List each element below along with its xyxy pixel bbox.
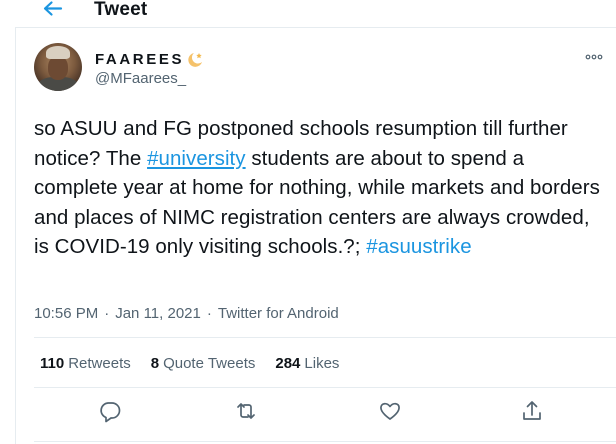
reply-button[interactable] <box>97 398 123 424</box>
divider <box>34 387 616 388</box>
action-bar <box>0 398 616 428</box>
divider <box>34 441 616 442</box>
tweet-time[interactable]: 10:56 PM <box>34 305 98 322</box>
tweet-meta: 10:56 PM · Jan 11, 2021 · Twitter for An… <box>34 305 339 322</box>
avatar[interactable] <box>34 43 82 91</box>
tweet-date[interactable]: Jan 11, 2021 <box>115 305 201 322</box>
share-button[interactable] <box>519 398 545 424</box>
hashtag-university[interactable]: #university <box>147 147 246 170</box>
retweet-icon <box>237 403 255 419</box>
author-name-row[interactable]: FAAREES <box>95 50 205 68</box>
retweet-button[interactable] <box>233 398 259 424</box>
likes-stat[interactable]: 284 Likes <box>275 355 339 372</box>
engagement-stats: 110 Retweets 8 Quote Tweets 284 Likes <box>40 355 359 372</box>
like-icon <box>380 402 400 420</box>
tweet-source[interactable]: Twitter for Android <box>218 305 339 322</box>
share-icon <box>523 401 541 420</box>
more-options-icon[interactable] <box>584 50 604 64</box>
meta-separator: · <box>206 305 212 322</box>
hashtag-asuustrike[interactable]: #asuustrike <box>366 235 471 258</box>
arrow-left-icon[interactable] <box>40 0 64 20</box>
divider <box>34 337 616 338</box>
top-header: Tweet <box>0 0 616 24</box>
retweets-stat[interactable]: 110 Retweets <box>40 355 131 372</box>
page-title: Tweet <box>94 0 148 20</box>
author-display-name[interactable]: FAAREES <box>95 51 184 68</box>
like-button[interactable] <box>377 398 403 424</box>
author-handle[interactable]: @MFaarees_ <box>95 70 186 87</box>
quote-tweets-stat[interactable]: 8 Quote Tweets <box>151 355 256 372</box>
moon-star-icon <box>188 53 203 67</box>
meta-separator: · <box>104 305 110 322</box>
reply-icon <box>100 402 121 423</box>
header-divider <box>15 27 616 28</box>
tweet-text: so ASUU and FG postponed schools resumpt… <box>34 117 600 258</box>
column-border <box>15 27 16 444</box>
